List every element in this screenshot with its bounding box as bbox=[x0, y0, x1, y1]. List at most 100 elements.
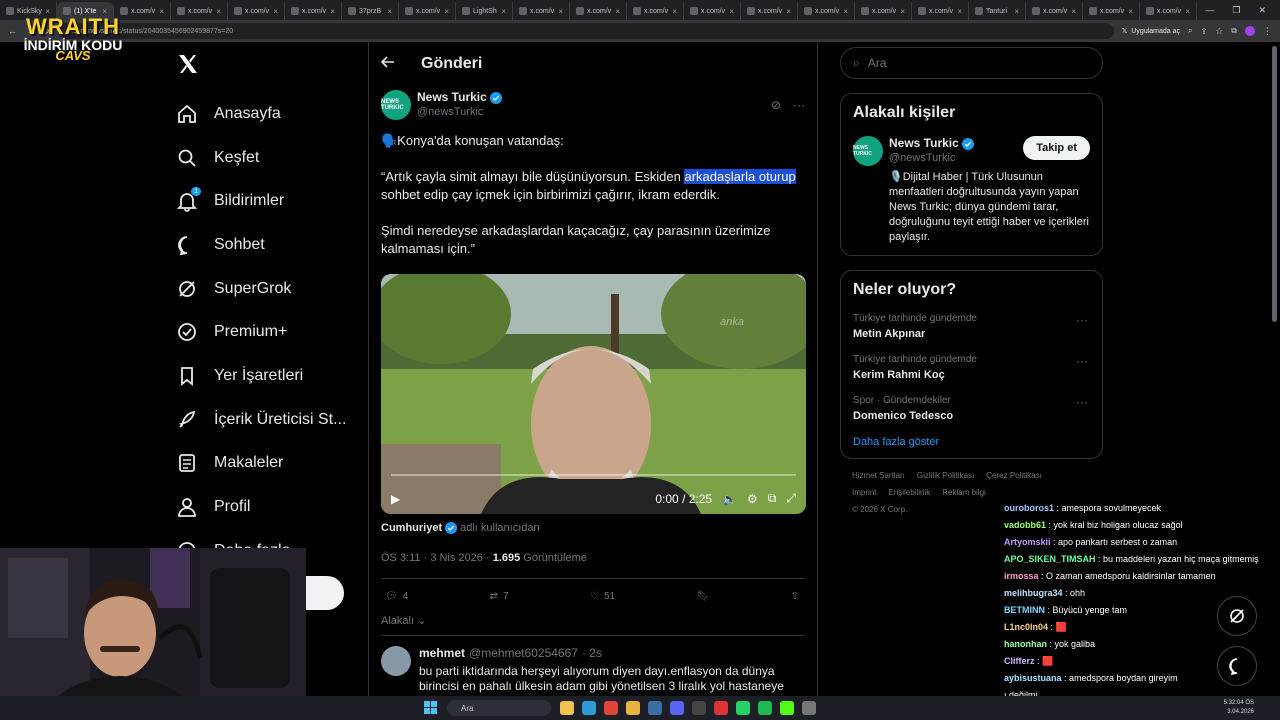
chat-username[interactable]: APO_SIKEN_TIMSAH bbox=[1004, 554, 1096, 564]
messages-floating-button[interactable] bbox=[1217, 646, 1257, 686]
browser-tab[interactable]: x.com/v × bbox=[513, 2, 570, 20]
chat-username[interactable]: irmossa bbox=[1004, 571, 1039, 581]
fullscreen-icon[interactable]: ⤢ bbox=[786, 491, 796, 506]
chat-username[interactable]: L1nc0ln04 bbox=[1004, 622, 1048, 632]
sidebar-item-profile[interactable]: Profil bbox=[170, 485, 360, 529]
sidebar-item-chat[interactable]: Sohbet bbox=[170, 223, 360, 267]
reply-author-name[interactable]: mehmet bbox=[419, 646, 465, 660]
volume-icon[interactable]: 🔈 bbox=[722, 492, 737, 506]
close-tab-icon[interactable]: × bbox=[501, 7, 506, 16]
person-handle[interactable]: @newsTurkic bbox=[889, 151, 974, 166]
browser-tab[interactable]: Tanturi × bbox=[969, 2, 1026, 20]
x-logo-icon[interactable] bbox=[176, 52, 202, 78]
more-options-icon[interactable]: ··· bbox=[1076, 354, 1088, 368]
more-options-icon[interactable]: ··· bbox=[793, 98, 805, 112]
show-more-link[interactable]: Daha fazla göster bbox=[853, 436, 1090, 448]
sidebar-item-premium[interactable]: Premium+ bbox=[170, 310, 360, 354]
search-input[interactable]: ⌕ Ara bbox=[840, 47, 1103, 79]
close-tab-icon[interactable]: × bbox=[1185, 7, 1190, 16]
maximize-icon[interactable]: ❐ bbox=[1232, 5, 1240, 16]
footer-link[interactable]: Gizlilik Politikası bbox=[917, 471, 974, 480]
star-icon[interactable]: ☆ bbox=[1215, 26, 1223, 37]
file-explorer-icon[interactable] bbox=[560, 701, 574, 715]
sidebar-item-bookmark[interactable]: Yer İşaretleri bbox=[170, 354, 360, 398]
repost-button[interactable]: ⇄ 7 bbox=[490, 591, 509, 602]
browser-tab[interactable]: x.com/v × bbox=[684, 2, 741, 20]
edge-icon[interactable] bbox=[582, 701, 596, 715]
menu-icon[interactable]: ⋮ bbox=[1263, 26, 1272, 37]
close-tab-icon[interactable]: × bbox=[273, 7, 278, 16]
chat-username[interactable]: BETMINN bbox=[1004, 605, 1045, 615]
sidebar-item-rocket[interactable]: İçerik Üreticisi St... bbox=[170, 398, 360, 442]
steam-icon[interactable] bbox=[648, 701, 662, 715]
sidebar-item-grok[interactable]: SuperGrok bbox=[170, 267, 360, 311]
follow-button[interactable]: Takip et bbox=[1023, 136, 1090, 160]
close-tab-icon[interactable]: × bbox=[615, 7, 620, 16]
trend-item[interactable]: Türkiye tarihinde gündemde Metin Akpınar ·… bbox=[853, 313, 1090, 340]
taskbar-clock[interactable]: 5:32:04 ÖS 3.04.2026 bbox=[1224, 699, 1254, 717]
browser-tab[interactable]: x.com/v × bbox=[570, 2, 627, 20]
kick-icon[interactable] bbox=[780, 701, 794, 715]
trend-item[interactable]: Türkiye tarihinde gündemde Kerim Rahmi Ko… bbox=[853, 354, 1090, 381]
close-tab-icon[interactable]: × bbox=[387, 7, 392, 16]
close-tab-icon[interactable]: × bbox=[1128, 7, 1133, 16]
profile-avatar[interactable] bbox=[1245, 26, 1255, 36]
source-name[interactable]: Cumhuriyet bbox=[381, 522, 442, 534]
chat-username[interactable]: aybisustuana bbox=[1004, 673, 1062, 683]
person-name[interactable]: News Turkic bbox=[889, 136, 959, 151]
play-icon[interactable]: ▶ bbox=[391, 492, 400, 506]
obs-icon[interactable] bbox=[692, 701, 706, 715]
grok-floating-button[interactable] bbox=[1217, 596, 1257, 636]
close-tab-icon[interactable]: × bbox=[444, 7, 449, 16]
browser-tab[interactable]: x.com/v × bbox=[741, 2, 798, 20]
page-scrollbar[interactable] bbox=[1272, 46, 1277, 322]
browser-tab[interactable]: x.com/v × bbox=[912, 2, 969, 20]
back-arrow-icon[interactable] bbox=[380, 55, 395, 74]
browser-tab[interactable]: x.com/v × bbox=[228, 2, 285, 20]
video-progress-bar[interactable] bbox=[391, 474, 796, 476]
browser-tab[interactable]: x.com/v × bbox=[627, 2, 684, 20]
reply-sort-dropdown[interactable]: Alakalı ⌄ bbox=[381, 610, 805, 636]
close-tab-icon[interactable]: × bbox=[1071, 7, 1076, 16]
close-tab-icon[interactable]: × bbox=[159, 7, 164, 16]
author-name[interactable]: News Turkic bbox=[417, 90, 487, 105]
close-tab-icon[interactable]: × bbox=[957, 7, 962, 16]
zoom-icon[interactable]: ⌕ bbox=[1188, 26, 1192, 36]
browser-tab[interactable]: x.com/v × bbox=[171, 2, 228, 20]
share-button[interactable]: ⇧ bbox=[791, 591, 799, 602]
extensions-icon[interactable]: ⧉ bbox=[1231, 26, 1237, 36]
trend-item[interactable]: Spor · Gündemdekiler Domenico Tedesco ··· bbox=[853, 395, 1090, 422]
app-red-icon[interactable] bbox=[714, 701, 728, 715]
close-window-icon[interactable]: ✕ bbox=[1258, 5, 1266, 16]
browser-tab[interactable]: x.com/v × bbox=[1083, 2, 1140, 20]
sidebar-item-search[interactable]: Keşfet bbox=[170, 136, 360, 180]
footer-link[interactable]: Erişilebilirlik bbox=[888, 488, 930, 497]
sidebar-item-bell[interactable]: 1 Bildirimler bbox=[170, 179, 360, 223]
bookmark-button[interactable]: 🔖︎ bbox=[696, 591, 709, 602]
close-tab-icon[interactable]: × bbox=[216, 7, 221, 16]
close-tab-icon[interactable]: × bbox=[786, 7, 791, 16]
chat-username[interactable]: ouroboros1 bbox=[1004, 503, 1054, 513]
close-tab-icon[interactable]: × bbox=[672, 7, 677, 16]
post-timestamp[interactable]: ÖS 3:11 · 3 Nis 2026 · bbox=[381, 552, 493, 564]
close-tab-icon[interactable]: × bbox=[330, 7, 335, 16]
person-avatar[interactable]: NEWS TURKIC bbox=[853, 136, 883, 166]
back-icon[interactable]: ← bbox=[8, 26, 17, 36]
chat-username[interactable]: Clifferz bbox=[1004, 656, 1035, 666]
more-options-icon[interactable]: ··· bbox=[1076, 313, 1088, 327]
whatsapp-icon[interactable] bbox=[736, 701, 750, 715]
video-player[interactable]: anka ▶ 0:00 / 2:25 🔈 ⚙ ⧉ ⤢ bbox=[381, 274, 806, 514]
discord-icon[interactable] bbox=[670, 701, 684, 715]
browser-tab[interactable]: x.com/v × bbox=[855, 2, 912, 20]
close-tab-icon[interactable]: × bbox=[729, 7, 734, 16]
reply-avatar[interactable] bbox=[381, 646, 411, 676]
browser-tab[interactable]: x.com/v × bbox=[1140, 2, 1197, 20]
browser-tab[interactable]: LightSh × bbox=[456, 2, 513, 20]
chat-username[interactable]: Artyomskii bbox=[1004, 537, 1051, 547]
folder-icon[interactable] bbox=[626, 701, 640, 715]
grok-icon[interactable]: ⊘ bbox=[771, 98, 781, 112]
taskbar-search[interactable]: Ara bbox=[447, 700, 551, 716]
sidebar-item-home[interactable]: Anasayfa bbox=[170, 92, 360, 136]
url-field[interactable]: x.com/newsturkic/status/2040035456902459… bbox=[57, 23, 1114, 39]
windows-start-icon[interactable] bbox=[424, 701, 437, 714]
